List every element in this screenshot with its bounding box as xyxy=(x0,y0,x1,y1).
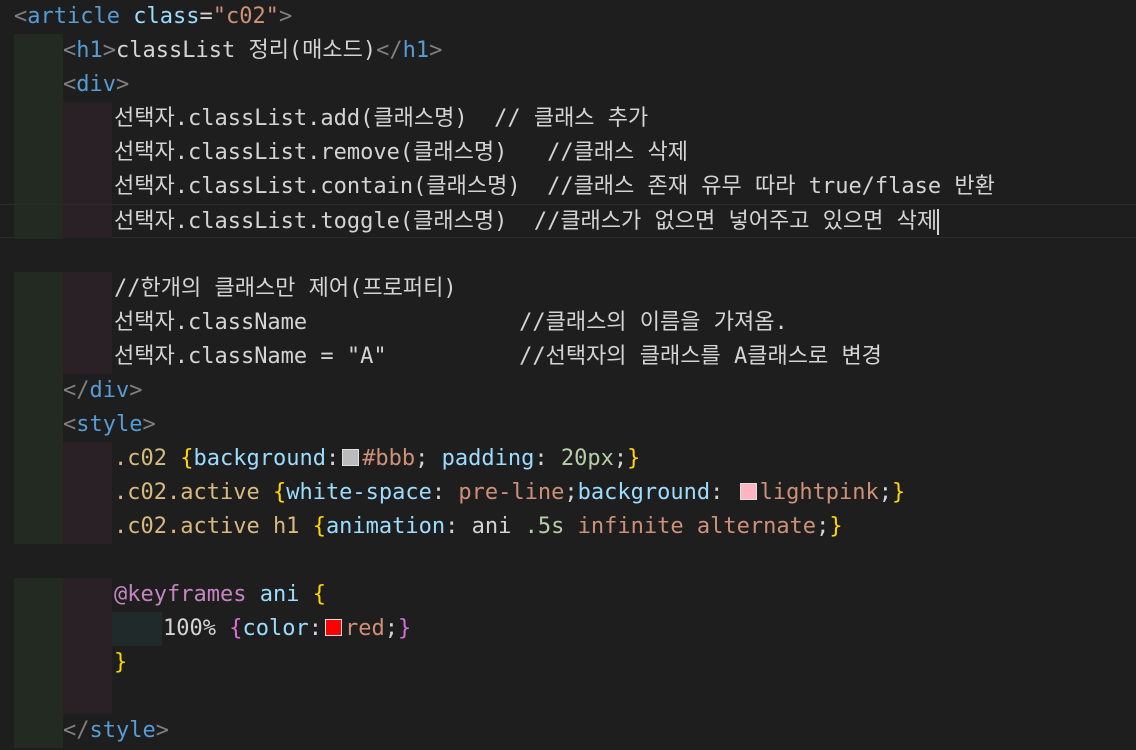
indent-guide xyxy=(14,136,63,170)
code-line[interactable]: <h1>classList 정리(매소드)</h1> xyxy=(0,34,1136,68)
color-swatch[interactable] xyxy=(342,449,360,466)
code-text: //한개의 클래스만 제어(프로퍼티) xyxy=(114,276,457,301)
indent-guide xyxy=(14,714,63,748)
code-text: @keyframes ani { xyxy=(114,582,326,607)
indent-guide xyxy=(63,442,112,476)
indent-guide xyxy=(14,34,63,68)
code-text: .c02.active h1 {animation: ani .5s infin… xyxy=(114,514,843,539)
code-line[interactable]: 선택자.classList.contain(클래스명) //클래스 존재 유무 … xyxy=(0,170,1136,204)
code-line[interactable]: <style> xyxy=(0,408,1136,442)
indent-guide xyxy=(14,170,63,204)
code-line[interactable]: <div> xyxy=(0,68,1136,102)
code-text: } xyxy=(114,650,128,675)
indent-guide xyxy=(14,476,63,510)
indent-guide xyxy=(63,272,112,306)
active-code-line[interactable]: 선택자.classList.toggle(클래스명) //클래스가 없으면 넣어… xyxy=(0,204,1136,239)
indent-guide xyxy=(63,340,112,374)
indent-guide xyxy=(14,680,63,714)
code-line[interactable]: 선택자.classList.remove(클래스명) //클래스 삭제 xyxy=(0,136,1136,170)
text-cursor xyxy=(937,209,940,235)
indent-guide xyxy=(63,476,112,510)
indent-guide xyxy=(63,205,112,239)
indent-guide xyxy=(14,102,63,136)
code-line[interactable]: //한개의 클래스만 제어(프로퍼티) xyxy=(0,272,1136,306)
indent-guide xyxy=(14,408,63,442)
color-swatch[interactable] xyxy=(324,619,342,636)
indent-guide xyxy=(14,578,63,612)
code-line[interactable]: </style> xyxy=(0,714,1136,748)
indent-guide xyxy=(14,646,63,680)
indent-guide xyxy=(63,578,112,612)
code-text: 선택자.classList.toggle(클래스명) //클래스가 없으면 넣어… xyxy=(114,209,940,235)
code-text: </style> xyxy=(63,718,169,743)
indent-guide xyxy=(63,136,112,170)
code-text: 100% {color: red;} xyxy=(163,616,412,641)
code-text: <article class="c02"> xyxy=(14,4,293,29)
code-text: <style> xyxy=(63,412,156,437)
code-editor[interactable]: <article class="c02"> <h1>classList 정리(매… xyxy=(0,0,1136,750)
indent-guide xyxy=(63,102,112,136)
indent-guide xyxy=(14,68,63,102)
code-line[interactable]: .c02.active h1 {animation: ani .5s infin… xyxy=(0,510,1136,544)
indent-guide xyxy=(14,374,63,408)
code-line[interactable]: 선택자.className //클래스의 이름을 가져옴. xyxy=(0,306,1136,340)
code-text: 선택자.className = "A" //선택자의 클래스를 A클래스로 변경 xyxy=(114,344,882,369)
code-line[interactable]: .c02 {background: #bbb; padding: 20px;} xyxy=(0,442,1136,476)
code-line[interactable] xyxy=(0,544,1136,578)
indent-guide xyxy=(63,680,112,714)
indent-guide xyxy=(63,238,112,272)
code-line[interactable] xyxy=(0,238,1136,272)
code-text: 선택자.classList.contain(클래스명) //클래스 존재 유무 … xyxy=(114,174,995,199)
code-line[interactable]: @keyframes ani { xyxy=(0,578,1136,612)
code-text: .c02 {background: #bbb; padding: 20px;} xyxy=(114,446,641,471)
indent-guide xyxy=(63,170,112,204)
code-line[interactable]: } xyxy=(0,646,1136,680)
color-swatch[interactable] xyxy=(739,483,757,500)
code-text: 선택자.className //클래스의 이름을 가져옴. xyxy=(114,310,788,335)
indent-guide xyxy=(14,306,63,340)
code-line[interactable]: <article class="c02"> xyxy=(0,0,1136,34)
indent-guide xyxy=(14,612,63,646)
code-text: </div> xyxy=(63,378,143,403)
code-line[interactable]: .c02.active {white-space: pre-line;backg… xyxy=(0,476,1136,510)
indent-guide xyxy=(14,272,63,306)
code-text: .c02.active {white-space: pre-line;backg… xyxy=(114,480,906,505)
code-text: 선택자.classList.remove(클래스명) //클래스 삭제 xyxy=(114,140,689,165)
indent-guide xyxy=(112,612,162,646)
indent-guide xyxy=(63,646,112,680)
indent-guide xyxy=(63,306,112,340)
indent-guide xyxy=(14,340,63,374)
code-line[interactable]: </div> xyxy=(0,374,1136,408)
indent-guide xyxy=(63,612,112,646)
code-line[interactable]: 100% {color: red;} xyxy=(0,612,1136,646)
code-text: 선택자.classList.add(클래스명) // 클래스 추가 xyxy=(114,106,649,131)
indent-guide xyxy=(14,205,63,239)
indent-guide xyxy=(14,442,63,476)
code-line[interactable] xyxy=(0,680,1136,714)
indent-guide xyxy=(14,510,63,544)
code-line[interactable]: 선택자.classList.add(클래스명) // 클래스 추가 xyxy=(0,102,1136,136)
indent-guide xyxy=(63,510,112,544)
code-text: <div> xyxy=(63,72,130,97)
code-text: <h1>classList 정리(매소드)</h1> xyxy=(63,38,443,63)
code-line[interactable]: 선택자.className = "A" //선택자의 클래스를 A클래스로 변경 xyxy=(0,340,1136,374)
